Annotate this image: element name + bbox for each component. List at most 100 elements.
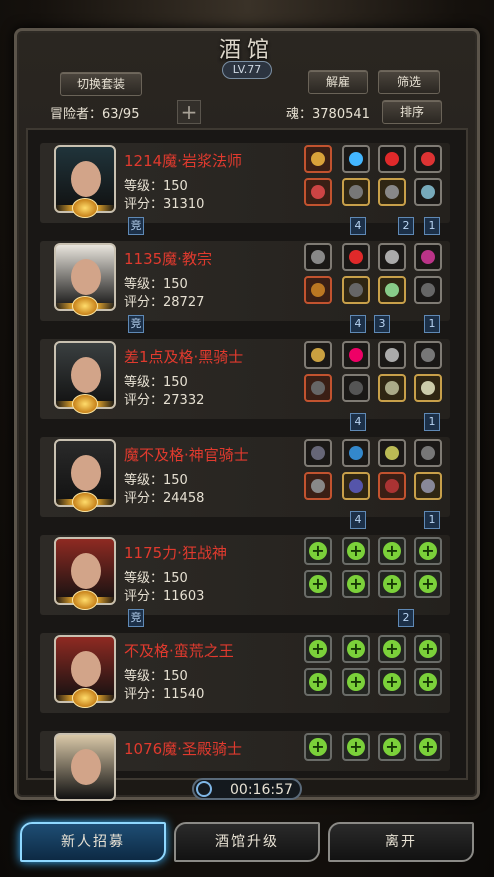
empty-equipment-slot[interactable]: + xyxy=(342,635,370,663)
empty-equipment-slot[interactable]: + xyxy=(304,635,332,663)
hero-face xyxy=(71,259,101,295)
equipment-item-icon xyxy=(385,446,399,460)
page-title: 酒馆 xyxy=(218,38,275,63)
hero-level: 等级：150 xyxy=(124,277,188,292)
equipment-slot[interactable] xyxy=(378,178,406,206)
equipment-slot[interactable] xyxy=(414,178,442,206)
equipment-slot[interactable] xyxy=(414,341,442,369)
empty-equipment-slot[interactable]: + xyxy=(304,537,332,565)
hero-portrait[interactable] xyxy=(54,733,116,801)
hero-card[interactable]: 魔不及格·神官骑士 等级：150 评分：24458 xyxy=(40,437,450,517)
hero-score: 评分：24458 xyxy=(124,491,205,506)
equipment-item-icon xyxy=(311,283,325,297)
equipment-slot[interactable] xyxy=(378,472,406,500)
hero-card[interactable]: 1175力·狂战神 等级：150 评分：11603 + + + + + + + + xyxy=(40,535,450,615)
hero-score: 评分：28727 xyxy=(124,295,205,310)
hero-face xyxy=(71,651,101,687)
empty-equipment-slot[interactable]: + xyxy=(342,668,370,696)
equipment-slot[interactable] xyxy=(342,439,370,467)
equipment-item-icon xyxy=(311,185,325,199)
set-count-tag: 1 xyxy=(424,315,440,333)
filter-button[interactable]: 筛选 xyxy=(378,70,440,94)
rank-medal-icon xyxy=(72,492,98,512)
set-count-tag: 4 xyxy=(350,511,366,529)
equipment-item-icon xyxy=(349,250,363,264)
equipment-slot[interactable] xyxy=(304,472,332,500)
empty-equipment-slot[interactable]: + xyxy=(378,635,406,663)
add-equipment-icon: + xyxy=(383,542,401,560)
empty-equipment-slot[interactable]: + xyxy=(342,537,370,565)
equipment-item-icon xyxy=(311,479,325,493)
equipment-slot[interactable] xyxy=(342,243,370,271)
empty-equipment-slot[interactable]: + xyxy=(414,635,442,663)
recruit-button[interactable]: 新人招募 xyxy=(20,822,166,862)
equipment-slot[interactable] xyxy=(414,439,442,467)
equipment-slot[interactable] xyxy=(378,145,406,173)
equipment-slot[interactable] xyxy=(304,276,332,304)
equipment-slot[interactable] xyxy=(378,243,406,271)
equipment-slot[interactable] xyxy=(342,341,370,369)
equipment-item-icon xyxy=(421,250,435,264)
equipment-slot[interactable] xyxy=(414,243,442,271)
equipment-slot[interactable] xyxy=(304,374,332,402)
empty-equipment-slot[interactable]: + xyxy=(304,733,332,761)
empty-equipment-slot[interactable]: + xyxy=(414,570,442,598)
equipment-slot[interactable] xyxy=(304,178,332,206)
tavern-upgrade-button[interactable]: 酒馆升级 xyxy=(174,822,320,862)
empty-equipment-slot[interactable]: + xyxy=(342,570,370,598)
equipment-item-icon xyxy=(311,381,325,395)
hero-card[interactable]: 不及格·蛮荒之王 等级：150 评分：11540 + + + + + + + + xyxy=(40,633,450,713)
switch-set-button[interactable]: 切换套装 xyxy=(60,72,142,96)
empty-equipment-slot[interactable]: + xyxy=(378,537,406,565)
empty-equipment-slot[interactable]: + xyxy=(378,668,406,696)
hero-card[interactable]: 1076魔·圣殿骑士 + + + + xyxy=(40,731,450,801)
add-equipment-icon: + xyxy=(347,640,365,658)
empty-equipment-slot[interactable]: + xyxy=(378,733,406,761)
equipment-slot[interactable] xyxy=(414,145,442,173)
equipment-slot[interactable] xyxy=(304,243,332,271)
equipment-item-icon xyxy=(385,283,399,297)
equipment-item-icon xyxy=(349,479,363,493)
leave-button[interactable]: 离开 xyxy=(328,822,474,862)
equipment-slot[interactable] xyxy=(304,145,332,173)
equipment-slot[interactable] xyxy=(342,374,370,402)
hero-card[interactable]: 1214魔·岩浆法师 等级：150 评分：31310 xyxy=(40,143,450,223)
equipment-slot[interactable] xyxy=(378,341,406,369)
sort-button[interactable]: 排序 xyxy=(382,100,442,124)
empty-equipment-slot[interactable]: + xyxy=(342,733,370,761)
empty-equipment-slot[interactable]: + xyxy=(414,733,442,761)
set-count-tag: 4 xyxy=(350,315,366,333)
equipment-slot[interactable] xyxy=(414,276,442,304)
empty-equipment-slot[interactable]: + xyxy=(304,570,332,598)
equipment-slot[interactable] xyxy=(304,439,332,467)
equipment-slot[interactable] xyxy=(414,374,442,402)
add-equipment-icon: + xyxy=(309,640,327,658)
equipment-slot[interactable] xyxy=(378,374,406,402)
equipment-slot[interactable] xyxy=(342,472,370,500)
hero-name: 魔不及格·神官骑士 xyxy=(124,446,249,464)
hero-level: 等级：150 xyxy=(124,473,188,488)
equipment-slot[interactable] xyxy=(342,145,370,173)
equipment-item-icon xyxy=(421,348,435,362)
dismiss-button[interactable]: 解雇 xyxy=(308,70,368,94)
hero-card[interactable]: 1135魔·教宗 等级：150 评分：28727 xyxy=(40,241,450,321)
empty-equipment-slot[interactable]: + xyxy=(414,537,442,565)
equipment-slot[interactable] xyxy=(378,439,406,467)
equipment-slot[interactable] xyxy=(378,276,406,304)
hero-face xyxy=(71,553,101,589)
equipment-slot[interactable] xyxy=(414,472,442,500)
empty-equipment-slot[interactable]: + xyxy=(378,570,406,598)
add-slot-icon[interactable]: + xyxy=(177,100,201,124)
hero-score: 评分：27332 xyxy=(124,393,205,408)
equipment-slot[interactable] xyxy=(342,276,370,304)
empty-equipment-slot[interactable]: + xyxy=(304,668,332,696)
recruit-timer: 00:16:57 xyxy=(192,778,302,800)
hero-card[interactable]: 差1点及格·黑骑士 等级：150 评分：27332 xyxy=(40,339,450,419)
add-equipment-icon: + xyxy=(383,575,401,593)
equipment-item-icon xyxy=(349,283,363,297)
equipment-slot[interactable] xyxy=(342,178,370,206)
arena-tag: 竞 xyxy=(128,609,144,627)
equipment-item-icon xyxy=(349,381,363,395)
empty-equipment-slot[interactable]: + xyxy=(414,668,442,696)
equipment-slot[interactable] xyxy=(304,341,332,369)
